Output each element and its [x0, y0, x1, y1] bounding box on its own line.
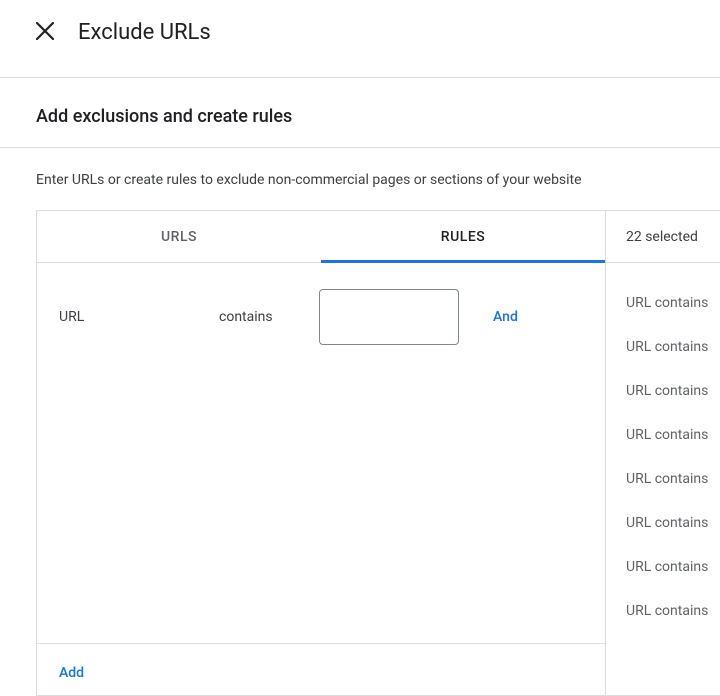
list-item[interactable]: URL contains [606, 457, 720, 501]
section-heading: Add exclusions and create rules [36, 106, 720, 147]
list-item[interactable]: URL contains [606, 369, 720, 413]
list-item[interactable]: URL contains [606, 413, 720, 457]
rules-panel: URLS RULES URL contains And Add [36, 210, 606, 696]
selected-list: URL contains URL contains URL contains U… [606, 263, 720, 633]
list-item[interactable]: URL contains [606, 545, 720, 589]
list-item[interactable]: URL contains [606, 281, 720, 325]
rule-and-button[interactable]: And [493, 309, 518, 325]
panel-footer: Add [37, 643, 605, 695]
list-item[interactable]: URL contains [606, 325, 720, 369]
rule-row: URL contains And [59, 289, 583, 345]
rule-operator-label: contains [219, 309, 319, 325]
selected-count: 22 selected [606, 211, 720, 263]
list-item[interactable]: URL contains [606, 501, 720, 545]
rule-builder: URL contains And [37, 263, 605, 643]
rule-field-label: URL [59, 309, 219, 325]
dialog-title: Exclude URLs [78, 20, 211, 45]
dialog-header: Exclude URLs [0, 0, 720, 77]
add-button[interactable]: Add [59, 665, 84, 681]
tab-rules[interactable]: RULES [321, 211, 605, 263]
list-item[interactable]: URL contains [606, 589, 720, 633]
close-icon [36, 22, 54, 43]
main-row: URLS RULES URL contains And Add 22 selec… [36, 210, 720, 696]
rule-value-input[interactable] [319, 289, 459, 345]
tab-urls[interactable]: URLS [37, 211, 321, 263]
selected-panel: 22 selected URL contains URL contains UR… [606, 210, 720, 696]
tabs: URLS RULES [37, 211, 605, 263]
content: Add exclusions and create rules Enter UR… [0, 78, 720, 696]
close-button[interactable] [32, 18, 58, 47]
instruction-text: Enter URLs or create rules to exclude no… [36, 148, 720, 210]
